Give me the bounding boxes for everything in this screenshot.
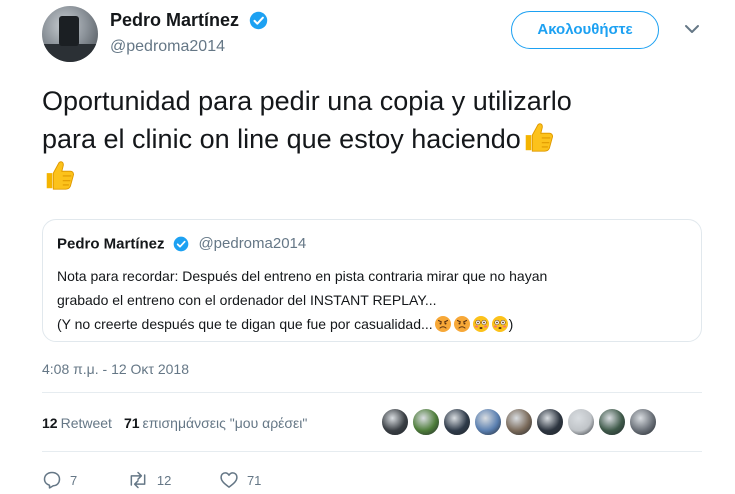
divider-top (42, 392, 702, 393)
verified-badge-icon (173, 236, 189, 252)
flushed-face-icon (472, 316, 489, 332)
retweets-stat[interactable]: 12 Retweet (42, 415, 112, 431)
quoted-text-line-3-end: ) (508, 316, 514, 332)
reply-button[interactable]: 7 (42, 470, 77, 490)
verified-badge-icon (250, 11, 268, 29)
like-count: 71 (246, 472, 262, 488)
chevron-down-icon[interactable] (684, 22, 700, 36)
follow-button[interactable]: Ακολουθήστε (511, 11, 659, 49)
reply-count: 7 (70, 472, 78, 488)
liker-avatar[interactable] (474, 408, 502, 436)
divider-bottom (42, 451, 702, 452)
liker-avatar[interactable] (567, 408, 595, 436)
tweet-timestamp[interactable]: 4:08 π.μ. - 12 Οκτ 2018 (42, 361, 189, 377)
quoted-tweet-card[interactable]: Pedro Martínez @pedroma2014 Nota para re… (42, 219, 702, 342)
thumbs-up-icon (525, 123, 553, 152)
liker-avatar[interactable] (412, 408, 440, 436)
reply-icon (43, 471, 61, 489)
liker-avatar[interactable] (381, 408, 409, 436)
avatar-figure (59, 16, 79, 46)
liker-avatar[interactable] (536, 408, 564, 436)
quoted-tweet-text: Nota para recordar: Después del entreno … (57, 264, 687, 336)
likes-label: επισημάνσεις "μου αρέσει" (142, 415, 308, 431)
quoted-author-name: Pedro Martínez (57, 235, 165, 253)
quoted-text-line-1: Nota para recordar: Después del entreno … (57, 268, 548, 284)
tweet-text: Oportunidad para pedir una copia y utili… (42, 82, 702, 196)
quoted-author-handle: @pedroma2014 (198, 235, 307, 253)
thumbs-up-icon (46, 161, 74, 190)
liker-avatars (381, 408, 660, 438)
liker-avatar[interactable] (505, 408, 533, 436)
liker-avatar[interactable] (443, 408, 471, 436)
avatar-background (42, 44, 98, 62)
quoted-tweet-header: Pedro Martínez @pedroma2014 (57, 235, 306, 253)
likes-count: 71 (123, 415, 140, 431)
quoted-text-line-3-wrap: (Y no creerte después que te digan que f… (57, 312, 687, 336)
author-display-name[interactable]: Pedro Martínez (110, 8, 239, 32)
angry-face-icon (453, 316, 470, 332)
heart-icon (220, 472, 238, 488)
tweet-text-line-2: para el clinic on line que estoy haciend… (42, 124, 521, 154)
liker-avatar[interactable] (629, 408, 657, 436)
quoted-text-line-3: (Y no creerte después que te digan que f… (57, 316, 433, 332)
tweet-actions: 7 12 71 (42, 470, 261, 490)
retweet-icon (130, 471, 146, 489)
retweet-button[interactable]: 12 (127, 470, 171, 490)
retweet-count: 12 (156, 472, 172, 488)
quoted-text-line-2: grabado el entreno con el ordenador del … (57, 292, 437, 308)
author-name-block: Pedro Martínez @pedroma2014 (110, 8, 268, 58)
likes-stat[interactable]: 71 επισημάνσεις "μου αρέσει" (124, 415, 307, 431)
tweet-text-line-1: Oportunidad para pedir una copia y utili… (42, 86, 572, 116)
author-avatar[interactable] (42, 6, 98, 62)
retweets-label: Retweet (60, 415, 112, 431)
like-button[interactable]: 71 (219, 470, 261, 490)
angry-face-icon (434, 316, 451, 332)
flushed-face-icon (491, 316, 508, 332)
engagement-stats: 12 Retweet 71 επισημάνσεις "μου αρέσει" (42, 415, 307, 431)
author-handle[interactable]: @pedroma2014 (110, 36, 268, 58)
liker-avatar[interactable] (598, 408, 626, 436)
retweets-count: 12 (42, 415, 58, 431)
